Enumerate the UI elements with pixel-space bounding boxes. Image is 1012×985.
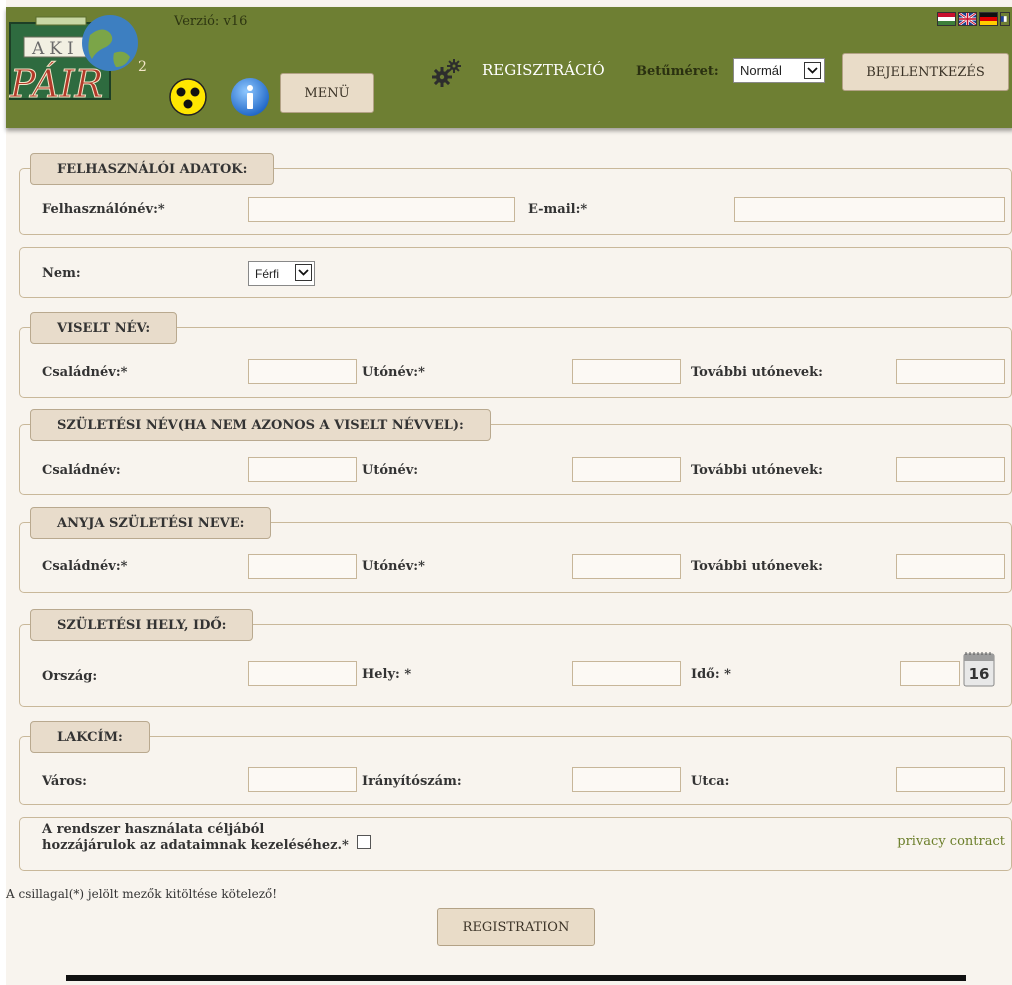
uk-flag-icon[interactable] <box>958 12 977 26</box>
login-button[interactable]: BEJELENTKEZÉS <box>842 53 1009 91</box>
gear-icon[interactable] <box>431 57 463 89</box>
consent-line-1: A rendszer használata céljából <box>42 822 265 837</box>
info-icon[interactable] <box>230 77 270 117</box>
font-size-value: Normál <box>740 63 782 78</box>
time-input[interactable] <box>900 661 960 686</box>
gender-label: Nem: <box>42 266 81 281</box>
language-flags <box>937 12 1010 26</box>
version-label: Verzió: v16 <box>174 14 248 29</box>
birth-other-names-label: További utónevek: <box>691 463 823 478</box>
gender-select[interactable]: Férfi <box>248 261 315 286</box>
logo-text-pair: PÁIR <box>9 62 103 106</box>
worn-name-legend: VISELT NÉV: <box>30 312 178 344</box>
username-label: Felhasználónév:* <box>42 202 165 217</box>
birth-given-name-label: Utónév: <box>362 463 419 478</box>
email-input[interactable] <box>734 197 1005 222</box>
family-name-input[interactable] <box>248 359 357 384</box>
mother-name-legend: ANYJA SZÜLETÉSI NEVE: <box>30 507 272 539</box>
user-data-section: FELHASZNÁLÓI ADATOK: Felhasználónév:* E-… <box>19 153 1012 235</box>
mother-family-name-label: Családnév:* <box>42 559 128 574</box>
city-input[interactable] <box>248 767 357 792</box>
address-legend: LAKCÍM: <box>30 721 150 753</box>
consent-text: A rendszer használata céljából hozzájáru… <box>42 822 349 854</box>
logo-superscript: 2 <box>138 59 147 75</box>
zip-label: Irányítószám: <box>362 774 462 789</box>
user-data-legend: FELHASZNÁLÓI ADATOK: <box>30 153 275 185</box>
calendar-day: 16 <box>969 665 990 683</box>
mother-other-names-label: További utónevek: <box>691 559 823 574</box>
email-label: E-mail:* <box>528 202 588 217</box>
privacy-contract-link[interactable]: privacy contract <box>897 834 1005 849</box>
username-input[interactable] <box>248 197 515 222</box>
worn-name-section: VISELT NÉV: Családnév:* Utónév:* További… <box>19 312 1012 398</box>
registration-submit-button[interactable]: REGISTRATION <box>437 908 595 946</box>
given-name-input[interactable] <box>572 359 681 384</box>
calendar-icon[interactable]: 16 <box>962 651 996 689</box>
hungarian-flag-icon[interactable] <box>937 12 956 26</box>
birth-family-name-label: Családnév: <box>42 463 121 478</box>
birth-family-name-input[interactable] <box>248 457 357 482</box>
other-names-label: További utónevek: <box>691 365 823 380</box>
registration-link[interactable]: REGISZTRÁCIÓ <box>482 61 605 79</box>
birth-name-legend: SZÜLETÉSI NÉV(HA NEM AZONOS A VISELT NÉV… <box>30 409 491 441</box>
accessibility-icon[interactable] <box>169 78 207 116</box>
required-fields-note: A csillagal(*) jelölt mezők kitöltése kö… <box>6 887 278 901</box>
consent-line-2: hozzájárulok az adataimnak kezeléséhez.* <box>42 838 349 853</box>
french-flag-icon[interactable] <box>1000 12 1010 26</box>
gender-section: Nem: Férfi <box>19 247 1012 298</box>
german-flag-icon[interactable] <box>979 12 998 26</box>
mother-name-section: ANYJA SZÜLETÉSI NEVE: Családnév:* Utónév… <box>19 507 1012 593</box>
birth-other-names-input[interactable] <box>896 457 1005 482</box>
country-label: Ország: <box>42 669 98 684</box>
family-name-label: Családnév:* <box>42 365 128 380</box>
font-size-select[interactable]: Normál <box>733 58 825 83</box>
address-section: LAKCÍM: Város: Irányítószám: Utca: <box>19 721 1012 805</box>
consent-checkbox[interactable] <box>357 835 371 849</box>
birth-place-legend: SZÜLETÉSI HELY, IDŐ: <box>30 609 254 641</box>
place-label: Hely: * <box>362 667 412 682</box>
birth-name-section: SZÜLETÉSI NÉV(HA NEM AZONOS A VISELT NÉV… <box>19 409 1012 495</box>
given-name-label: Utónév:* <box>362 365 425 380</box>
app-logo[interactable]: AKI PÁIR 2 <box>6 9 156 109</box>
mother-family-name-input[interactable] <box>248 554 357 579</box>
place-input[interactable] <box>572 661 681 686</box>
mother-other-names-input[interactable] <box>896 554 1005 579</box>
chevron-down-icon <box>804 62 821 79</box>
consent-section: A rendszer használata céljából hozzájáru… <box>19 817 1012 871</box>
mother-given-name-label: Utónév:* <box>362 559 425 574</box>
menu-button[interactable]: MENÜ <box>280 73 374 113</box>
font-size-label: Betűméret: <box>636 64 719 79</box>
header-bar: AKI PÁIR 2 Verzió: v16 MENÜ REGISZTRÁCIÓ… <box>6 7 1012 128</box>
chevron-down-icon <box>295 264 312 281</box>
country-input[interactable] <box>248 661 357 686</box>
logo-text-aki: AKI <box>31 39 79 59</box>
bottom-divider <box>66 975 966 981</box>
other-names-input[interactable] <box>896 359 1005 384</box>
birth-place-section: SZÜLETÉSI HELY, IDŐ: Ország: Hely: * Idő… <box>19 609 1012 707</box>
page: AKI PÁIR 2 Verzió: v16 MENÜ REGISZTRÁCIÓ… <box>6 0 1012 985</box>
time-label: Idő: * <box>691 667 731 682</box>
street-label: Utca: <box>691 774 730 789</box>
gender-value: Férfi <box>255 266 279 281</box>
birth-given-name-input[interactable] <box>572 457 681 482</box>
zip-input[interactable] <box>572 767 681 792</box>
mother-given-name-input[interactable] <box>572 554 681 579</box>
city-label: Város: <box>42 774 87 789</box>
street-input[interactable] <box>896 767 1005 792</box>
